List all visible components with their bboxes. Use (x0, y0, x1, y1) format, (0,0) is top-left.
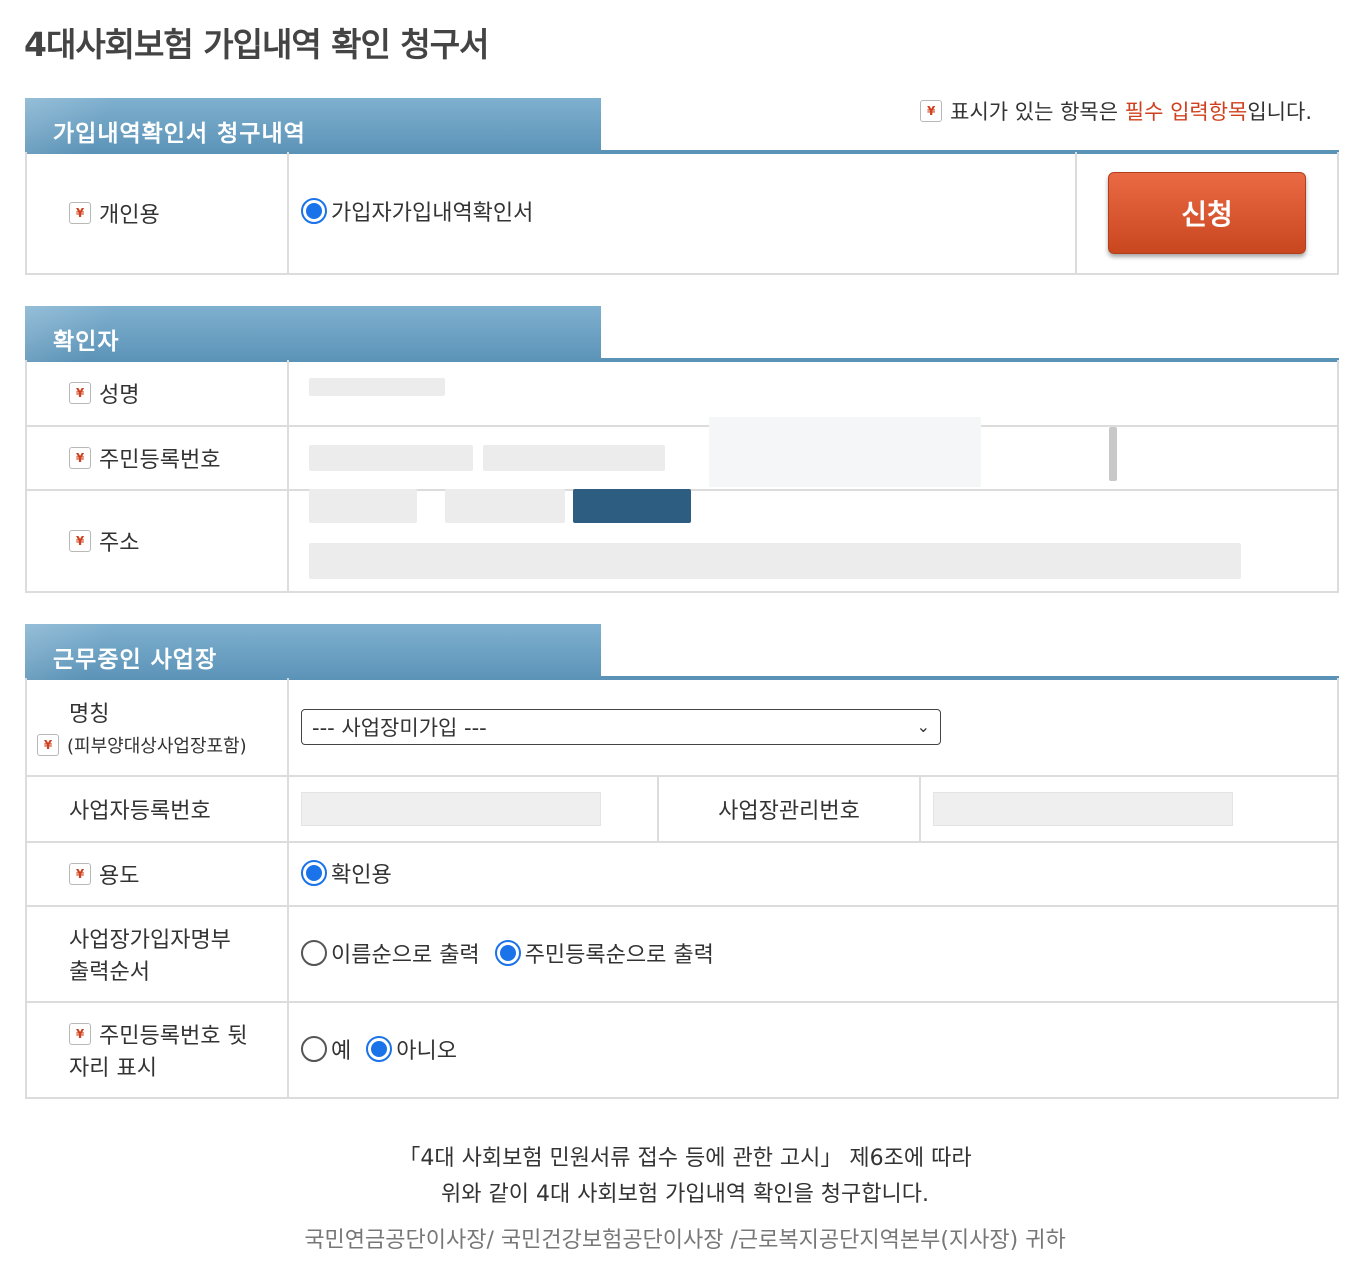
address-value-cell (288, 489, 1339, 593)
verifier-table: ¥ 성명 ¥ 주민등록번호 ¥ 주소 (25, 360, 1339, 593)
order-label-cell: 사업장가입자명부 출력순서 (25, 906, 289, 1003)
company-select-value: --- 사업장미가입 --- (312, 715, 487, 740)
rrn-tail-option-no[interactable]: 아니오 (366, 1033, 457, 1065)
purpose-label: 용도 (99, 864, 140, 889)
section-title: 가입내역확인서 청구내역 (25, 98, 601, 154)
rrn-tail-option-yes-label: 예 (331, 1038, 352, 1064)
request-table: ¥ 개인용 가입자가입내역확인서 신청 (25, 152, 1339, 275)
biz-reg-label-cell: 사업자등록번호 (25, 776, 289, 843)
rrn-label: 주민등록번호 (99, 448, 221, 473)
biz-reg-label: 사업자등록번호 (69, 799, 211, 824)
order-label-line2: 출력순서 (69, 960, 150, 985)
personal-label: 개인용 (99, 202, 160, 228)
certificate-radio-label: 가입자가입내역확인서 (331, 201, 534, 226)
rrn-tail-label-line2: 자리 표시 (69, 1056, 157, 1081)
footer-recipients: 국민연금공단이사장/ 국민건강보험공단이사장 /근로복지공단지역본부(지사장) … (304, 1228, 1066, 1253)
name-label: 성명 (99, 382, 140, 408)
rrn-tail-value-cell: 예 아니오 (288, 1002, 1339, 1099)
certificate-radio-option[interactable]: 가입자가입내역확인서 (301, 195, 533, 227)
company-sub-label: (피부양대상사업장포함) (67, 735, 247, 757)
required-icon: ¥ (69, 530, 91, 552)
biz-mgmt-input[interactable] (933, 792, 1233, 826)
workplace-table: 명칭 ¥ (피부양대상사업장포함) --- 사업장미가입 --- ⌄ 사업자등록… (25, 678, 1339, 1099)
biz-mgmt-label-cell: 사업장관리번호 (658, 776, 921, 843)
rrn-label-cell: ¥ 주민등록번호 (25, 426, 289, 491)
order-label-line1: 사업장가입자명부 (69, 928, 231, 953)
company-select[interactable]: --- 사업장미가입 --- ⌄ (301, 708, 941, 745)
required-icon: ¥ (37, 733, 59, 756)
order-value-cell: 이름순으로 출력 주민등록순으로 출력 (288, 906, 1339, 1003)
section-header-workplace: 근무중인 사업장 (25, 624, 1339, 680)
redacted-zipcode-2 (445, 489, 565, 523)
rrn-tail-label-cell: ¥ 주민등록번호 뒷 자리 표시 (25, 1002, 289, 1099)
section-header-verifier: 확인자 (25, 306, 1339, 362)
redacted-mark (1109, 427, 1117, 481)
company-select-cell: --- 사업장미가입 --- ⌄ (288, 678, 1339, 777)
address-label-cell: ¥ 주소 (25, 490, 289, 593)
rrn-tail-option-no-label: 아니오 (396, 1038, 457, 1064)
rrn-value-cell (288, 417, 1339, 491)
required-icon: ¥ (69, 1023, 91, 1045)
chevron-down-icon: ⌄ (916, 717, 930, 736)
order-option-name-label: 이름순으로 출력 (331, 942, 480, 968)
redacted-address (309, 543, 1241, 579)
redacted-rrn-front (309, 445, 473, 471)
rrn-tail-label-line1: 주민등록번호 뒷 (99, 1024, 248, 1049)
biz-mgmt-value-cell (920, 776, 1339, 843)
footer-line1: 「4대 사회보험 민원서류 접수 등에 관한 고시」 제6조에 따라 (398, 1146, 972, 1171)
certificate-radio[interactable] (301, 198, 327, 224)
required-icon: ¥ (69, 201, 91, 224)
purpose-radio-option[interactable]: 확인용 (301, 857, 392, 889)
biz-reg-value-cell (288, 776, 659, 843)
apply-button[interactable]: 신청 (1108, 171, 1306, 254)
certificate-option-cell: 가입자가입내역확인서 (288, 152, 1077, 275)
purpose-radio-label: 확인용 (331, 862, 392, 888)
purpose-label-cell: ¥ 용도 (25, 842, 289, 907)
address-label: 주소 (99, 531, 140, 556)
company-label-cell: 명칭 ¥ (피부양대상사업장포함) (25, 678, 289, 777)
name-label-cell: ¥ 성명 (25, 360, 289, 427)
section-title: 확인자 (25, 306, 601, 362)
company-label: 명칭 (69, 701, 110, 727)
section-header-request: 가입내역확인서 청구내역 (25, 98, 1339, 154)
section-title: 근무중인 사업장 (25, 624, 601, 680)
redacted-name (309, 378, 445, 396)
page-title: 4대사회보험 가입내역 확인 청구서 (24, 25, 489, 64)
redacted-zipcode (309, 489, 417, 523)
redacted-rrn-extra (709, 417, 981, 487)
rrn-tail-radio-yes[interactable] (301, 1035, 327, 1062)
rrn-tail-radio-no[interactable] (366, 1035, 393, 1062)
purpose-value-cell: 확인용 (288, 842, 1339, 907)
order-radio-name[interactable] (301, 939, 327, 966)
personal-label-cell: ¥ 개인용 (25, 152, 289, 275)
redacted-rrn-back (483, 445, 665, 471)
rrn-tail-option-yes[interactable]: 예 (301, 1033, 351, 1065)
biz-mgmt-label: 사업장관리번호 (718, 799, 860, 824)
biz-reg-input[interactable] (301, 792, 601, 826)
required-icon: ¥ (69, 863, 91, 885)
order-radio-rrn[interactable] (494, 939, 521, 966)
order-option-rrn[interactable]: 주민등록순으로 출력 (494, 937, 714, 969)
order-option-name[interactable]: 이름순으로 출력 (301, 937, 480, 969)
zipcode-search-button[interactable] (573, 489, 691, 523)
required-icon: ¥ (69, 447, 91, 469)
apply-cell: 신청 (1076, 152, 1339, 275)
purpose-radio[interactable] (301, 859, 327, 886)
order-option-rrn-label: 주민등록순으로 출력 (524, 942, 714, 968)
footer-line2: 위와 같이 4대 사회보험 가입내역 확인을 청구합니다. (441, 1182, 929, 1207)
required-icon: ¥ (69, 381, 91, 404)
